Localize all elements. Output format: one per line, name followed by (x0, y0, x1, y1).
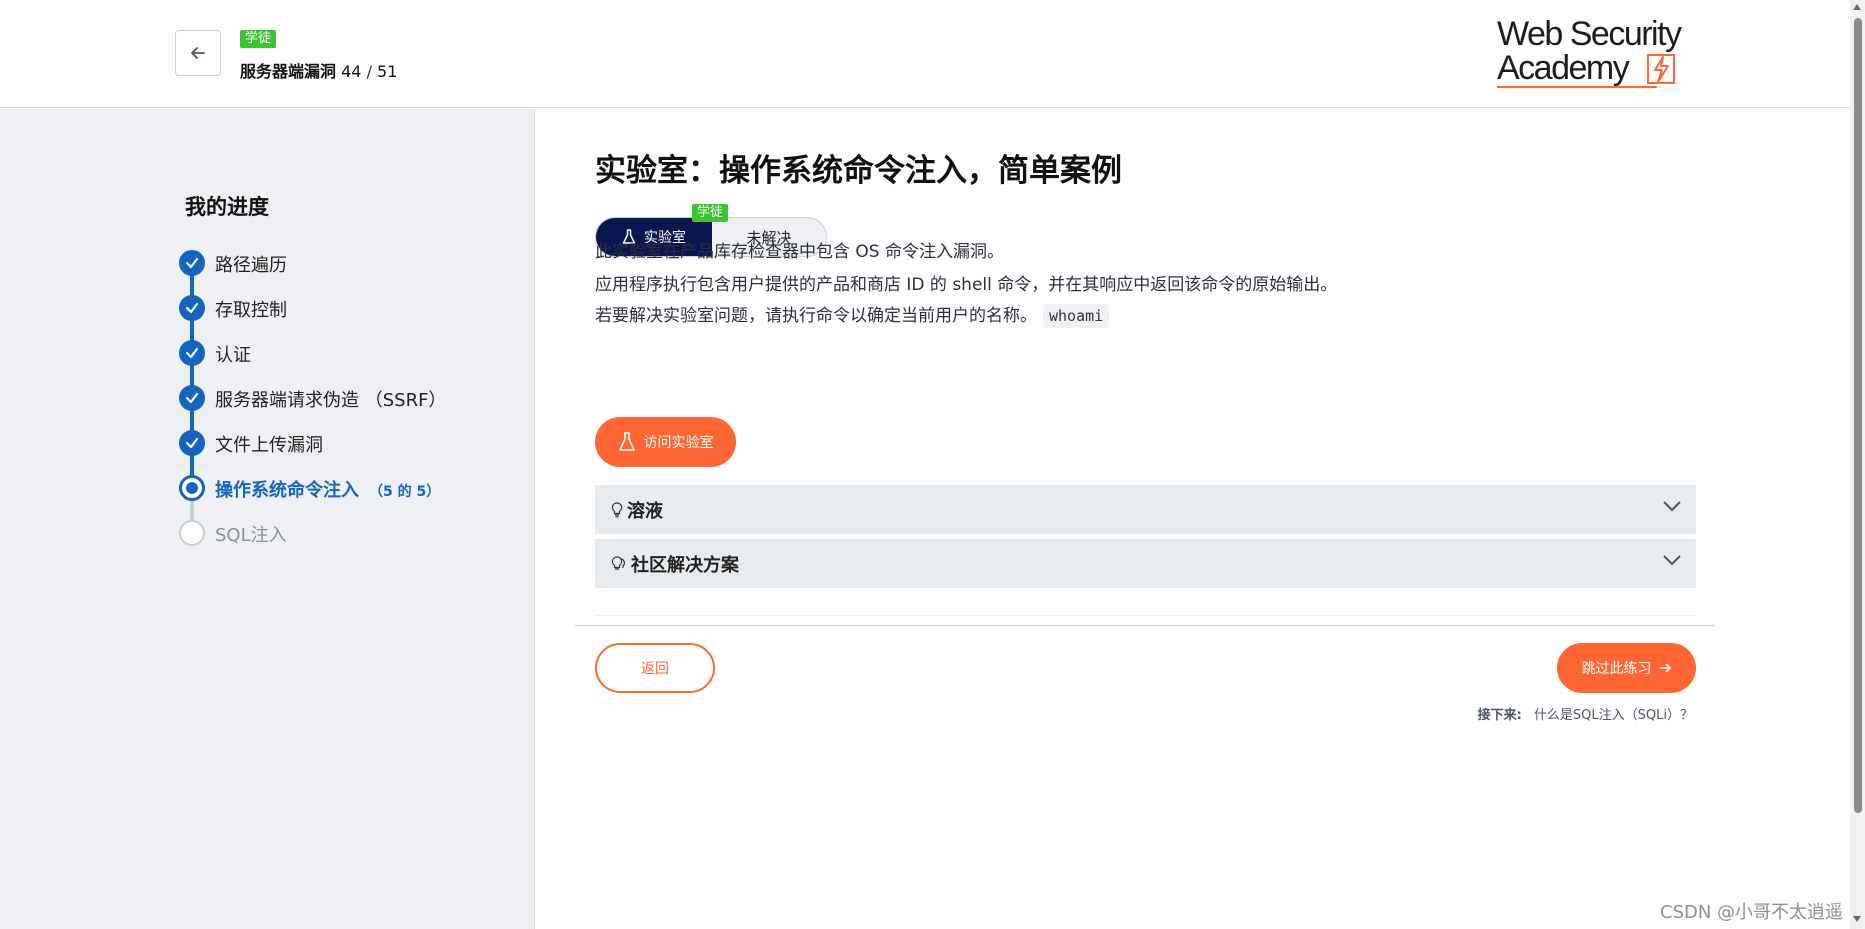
step-label-text: 操作系统命令注入 (215, 480, 359, 501)
breadcrumb-separator: / (366, 62, 372, 81)
arrow-right-icon (1659, 663, 1671, 673)
progress-sidebar: 我的进度 路径遍历 存取控制 认证 服务器端请求伪造 （SSRF） 文件上传漏洞 (0, 109, 535, 929)
breadcrumb-total: 51 (377, 62, 398, 81)
scroll-up-arrow-icon[interactable] (1853, 4, 1861, 10)
next-topic: 接下来: 什么是SQL注入（SQLi）？ (1463, 704, 1693, 723)
lightbulb-icon (611, 501, 623, 517)
step-access-control[interactable]: 存取控制 (179, 284, 529, 344)
return-button[interactable]: 返回 (595, 643, 715, 693)
top-header: 学徒 服务器端漏洞 44 / 51 Web Security Academy (0, 0, 1850, 108)
step-sql-injection[interactable]: SQL注入 (179, 509, 529, 554)
flask-icon (618, 432, 635, 451)
check-icon (179, 295, 205, 321)
description-line-3-text: 若要解决实验室问题，请执行命令以确定当前用户的名称。 (595, 306, 1037, 326)
level-badge: 学徒 (240, 30, 277, 48)
access-lab-label: 访问实验室 (643, 435, 714, 451)
breadcrumb-current: 44 (341, 62, 362, 81)
check-icon (179, 340, 205, 366)
access-lab-button[interactable]: 访问实验室 (595, 417, 736, 467)
step-label: 操作系统命令注入 （5 的 5） (215, 476, 440, 502)
scroll-down-arrow-icon[interactable] (1853, 916, 1861, 922)
logo-underline (1497, 86, 1657, 88)
step-label: 存取控制 (215, 300, 287, 321)
lightning-bolt-icon (1647, 54, 1675, 84)
community-solutions-label: 社区解决方案 (631, 554, 739, 576)
step-label: 路径遍历 (215, 255, 287, 276)
scrollbar-thumb[interactable] (1854, 18, 1862, 813)
skip-exercise-label: 跳过此练习 (1581, 661, 1652, 677)
lightbulbs-icon (611, 555, 625, 570)
step-label: 服务器端请求伪造 （SSRF） (215, 390, 447, 411)
arrow-left-icon (191, 47, 205, 59)
inline-code: whoami (1043, 304, 1110, 328)
description-line-2: 应用程序执行包含用户提供的产品和商店 ID 的 shell 命令，并在其响应中返… (595, 275, 1338, 295)
description-line-3: 若要解决实验室问题，请执行命令以确定当前用户的名称。 whoami (595, 301, 1110, 328)
divider (595, 615, 1696, 616)
chevron-down-icon (1663, 501, 1681, 512)
next-label: 接下来: (1477, 708, 1522, 723)
check-icon (179, 430, 205, 456)
web-security-academy-logo[interactable]: Web Security Academy (1497, 16, 1697, 90)
solution-label: 溶液 (627, 500, 663, 522)
step-path-traversal[interactable]: 路径遍历 (179, 239, 529, 299)
progress-title: 我的进度 (185, 195, 269, 219)
step-label: 文件上传漏洞 (215, 435, 323, 456)
community-solutions-accordion[interactable]: 社区解决方案 (595, 539, 1696, 588)
next-topic-link[interactable]: 什么是SQL注入（SQLi）？ (1534, 708, 1693, 723)
logo-line-2: Academy (1497, 49, 1630, 87)
progress-steps: 路径遍历 存取控制 认证 服务器端请求伪造 （SSRF） 文件上传漏洞 操作系统… (179, 239, 529, 554)
step-count: （5 的 5） (369, 484, 441, 500)
step-ssrf[interactable]: 服务器端请求伪造 （SSRF） (179, 374, 529, 434)
step-file-upload[interactable]: 文件上传漏洞 (179, 419, 529, 479)
breadcrumb: 服务器端漏洞 44 / 51 (240, 58, 397, 82)
solution-accordion[interactable]: 溶液 (595, 485, 1696, 534)
step-os-command-injection[interactable]: 操作系统命令注入 （5 的 5） (179, 464, 529, 524)
skip-exercise-button[interactable]: 跳过此练习 (1557, 643, 1696, 693)
chevron-down-icon (1663, 555, 1681, 566)
empty-circle-icon (179, 520, 205, 546)
breadcrumb-title: 服务器端漏洞 (240, 62, 337, 81)
check-icon (179, 250, 205, 276)
page-title: 实验室：操作系统命令注入，简单案例 (595, 153, 1122, 189)
step-authentication[interactable]: 认证 (179, 329, 529, 389)
level-badge: 学徒 (692, 204, 729, 222)
current-step-icon (179, 475, 205, 501)
logo-line-1: Web Security (1497, 15, 1682, 53)
check-icon (179, 385, 205, 411)
step-label: SQL注入 (215, 525, 287, 546)
back-button[interactable] (175, 30, 221, 76)
csdn-watermark: CSDN @小哥不太逍遥 (1660, 902, 1844, 923)
description-line-1: 此实验室在产品库存检查器中包含 OS 命令注入漏洞。 (595, 242, 1004, 262)
divider (575, 625, 1715, 626)
page-scrollbar[interactable] (1850, 0, 1865, 929)
step-label: 认证 (215, 345, 251, 366)
